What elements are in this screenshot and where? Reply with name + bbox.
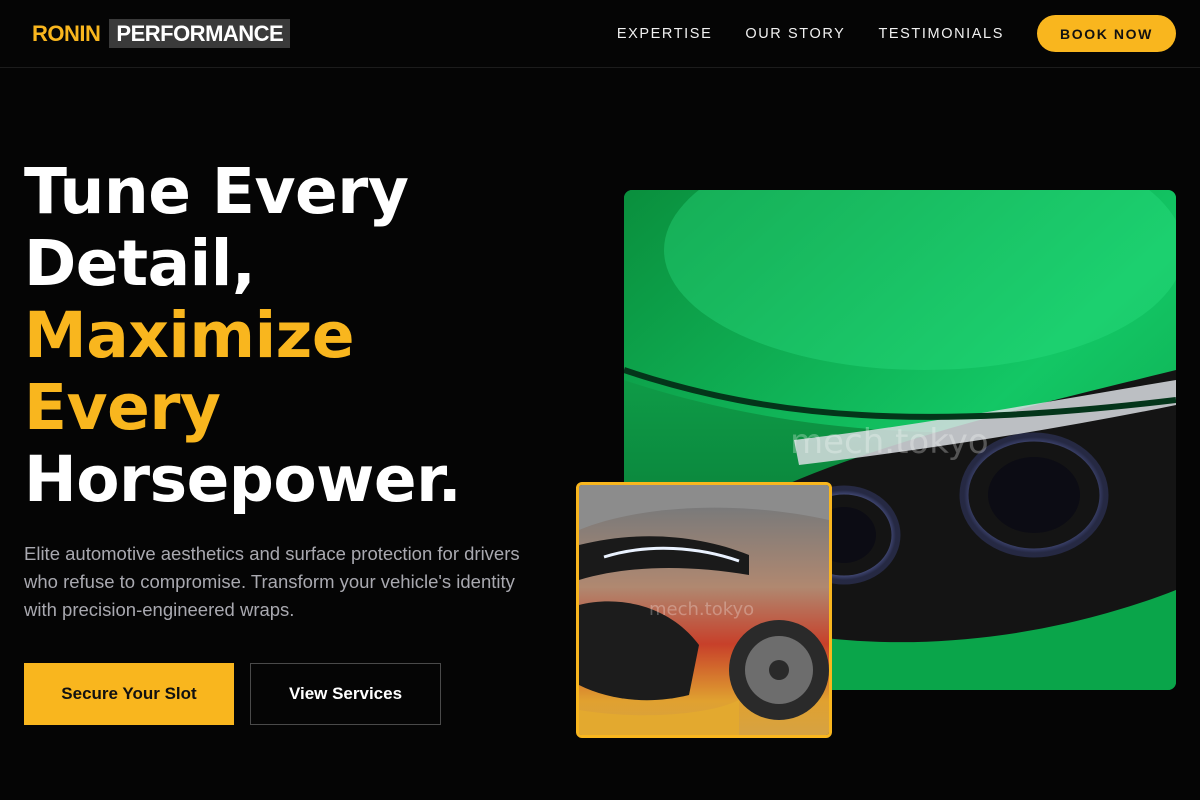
main-image-watermark: mech.tokyo [790, 422, 989, 462]
nav-link-testimonials[interactable]: TESTIMONIALS [878, 26, 1004, 42]
headline-line-3: Maximize [24, 299, 355, 372]
book-now-button[interactable]: BOOK NOW [1037, 15, 1176, 52]
hero-headline: Tune Every Detail, Maximize Every Horsep… [24, 155, 462, 516]
logo-ronin-text: RONIN [32, 20, 101, 46]
headline-line-5: Horsepower. [24, 443, 462, 516]
nav-links: EXPERTISE OUR STORY TESTIMONIALS [617, 0, 1004, 68]
hero-subtitle: Elite automotive aesthetics and surface … [24, 543, 520, 620]
inset-image-watermark: mech.tokyo [649, 599, 755, 620]
view-services-button[interactable]: View Services [250, 663, 441, 725]
top-navigation: RONIN PERFORMANCE EXPERTISE OUR STORY TE… [0, 0, 1200, 68]
headline-line-1: Tune Every [24, 155, 409, 228]
brand-logo[interactable]: RONIN PERFORMANCE [32, 19, 291, 48]
secure-slot-button[interactable]: Secure Your Slot [24, 663, 234, 725]
bmw-gradient-wrap-image: mech.tokyo [576, 482, 832, 738]
headline-line-2: Detail, [24, 227, 256, 300]
nav-link-expertise[interactable]: EXPERTISE [617, 26, 713, 42]
headline-line-4: Every [24, 371, 221, 444]
logo-performance-text: PERFORMANCE [109, 19, 291, 48]
nav-link-our-story[interactable]: OUR STORY [745, 26, 845, 42]
